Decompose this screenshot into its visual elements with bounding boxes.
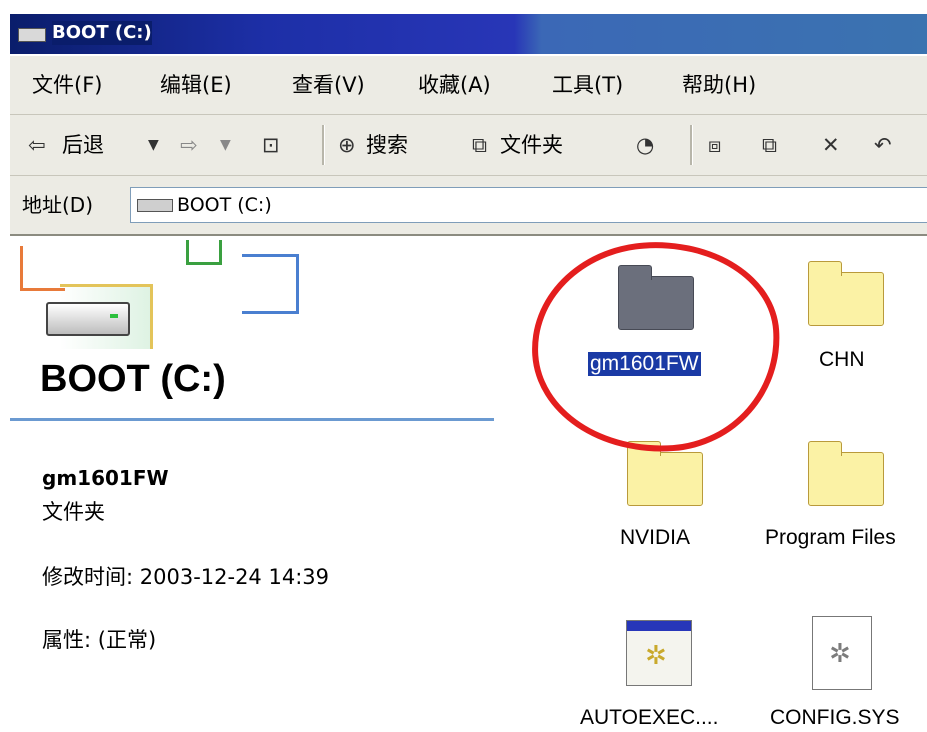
folder-icon	[808, 261, 884, 326]
toolbar-separator	[690, 125, 693, 165]
toolbar: ⇦ 后退 ▼ ⇨ ▼ ⊡ ⊕ 搜索 ⧉ 文件夹 ◔ ⧈ ⧉ ✕ ↶	[10, 115, 927, 176]
address-value: BOOT (C:)	[177, 194, 272, 216]
address-input[interactable]: BOOT (C:)	[130, 187, 927, 223]
menu-tools[interactable]: 工具(T)	[552, 70, 623, 100]
selected-item-name: gm1601FW	[42, 466, 169, 490]
title-bar: BOOT (C:)	[10, 14, 927, 54]
decorative-frame	[186, 240, 222, 265]
menu-edit[interactable]: 编辑(E)	[160, 70, 232, 100]
details-pane: BOOT (C:) gm1601FW 文件夹 修改时间: 2003-12-24 …	[10, 236, 500, 732]
hard-drive-icon	[46, 302, 130, 336]
back-dropdown-icon[interactable]: ▼	[148, 129, 159, 161]
gear-icon: ✲	[829, 639, 851, 669]
menu-file[interactable]: 文件(F)	[32, 70, 102, 100]
drive-icon	[18, 28, 46, 42]
title-underline	[10, 418, 494, 421]
drive-title: BOOT (C:)	[40, 358, 226, 400]
back-button[interactable]: 后退	[62, 129, 104, 161]
search-icon: ⊕	[338, 133, 356, 157]
batch-file-icon: ✲	[626, 620, 692, 686]
menu-view[interactable]: 查看(V)	[292, 70, 365, 100]
forward-dropdown-icon[interactable]: ▼	[220, 129, 231, 161]
gear-icon: ✲	[645, 641, 667, 671]
folder-icon	[627, 441, 703, 506]
system-file-icon: ✲	[812, 616, 872, 690]
delete-icon[interactable]: ✕	[822, 129, 840, 161]
folders-button[interactable]: 文件夹	[500, 129, 563, 161]
copy-to-icon[interactable]: ⧉	[762, 129, 777, 161]
file-item-label: CHN	[819, 348, 865, 371]
search-button[interactable]: 搜索	[366, 129, 408, 161]
file-view: BOOT (C:) gm1601FW 文件夹 修改时间: 2003-12-24 …	[10, 236, 927, 732]
history-icon[interactable]: ◔	[636, 129, 654, 161]
file-item-autoexec[interactable]: ✲ AUTOEXEC....	[578, 610, 728, 732]
drive-icon	[137, 199, 173, 212]
file-item-label: Program Files	[765, 526, 896, 549]
modified-time: 修改时间: 2003-12-24 14:39	[42, 565, 329, 589]
menu-help[interactable]: 帮助(H)	[682, 70, 756, 100]
attributes: 属性: (正常)	[42, 628, 157, 652]
file-item-label: CONFIG.SYS	[770, 706, 900, 729]
move-to-icon[interactable]: ⧈	[708, 129, 721, 161]
file-item-config-sys[interactable]: ✲ CONFIG.SYS	[766, 610, 926, 732]
folders-icon: ⧉	[472, 133, 487, 157]
file-item-label: AUTOEXEC....	[580, 706, 719, 729]
file-item-program-files[interactable]: Program Files	[760, 432, 920, 562]
file-item-label: NVIDIA	[620, 526, 691, 549]
decorative-frame	[20, 246, 65, 291]
menu-bar: 文件(F) 编辑(E) 查看(V) 收藏(A) 工具(T) 帮助(H)	[10, 56, 927, 115]
back-arrow-icon: ⇦	[28, 133, 46, 157]
toolbar-separator	[322, 125, 325, 165]
decorative-frame	[242, 254, 299, 314]
window-title: BOOT (C:)	[52, 21, 152, 45]
undo-icon[interactable]: ↶	[874, 129, 892, 161]
file-item-chn[interactable]: CHN	[770, 258, 910, 388]
selected-item-type: 文件夹	[42, 500, 105, 524]
address-bar: 地址(D) BOOT (C:)	[10, 176, 927, 236]
up-folder-icon[interactable]: ⊡	[262, 129, 280, 161]
folder-icon	[808, 441, 884, 506]
address-label: 地址(D)	[22, 193, 94, 217]
menu-favorites[interactable]: 收藏(A)	[418, 70, 491, 100]
forward-arrow-icon[interactable]: ⇨	[180, 129, 198, 161]
